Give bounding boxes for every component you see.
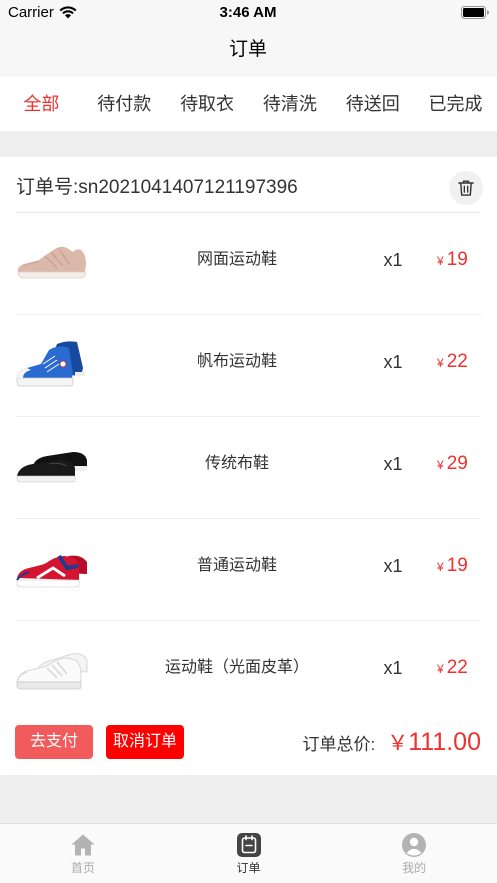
tab-completed[interactable]: 已完成 xyxy=(414,77,497,131)
item-price: ¥19 xyxy=(437,213,468,307)
order-number-label: 订单号: xyxy=(16,177,79,198)
tab-all[interactable]: 全部 xyxy=(0,77,83,131)
currency-symbol: ¥ xyxy=(437,662,444,676)
pink-mesh-running-shoe-image xyxy=(15,232,89,288)
item-name: 普通运动鞋 xyxy=(196,557,277,574)
cancel-order-button[interactable]: 取消订单 xyxy=(106,725,184,759)
list-item[interactable]: 传统布鞋 x1 ¥29 xyxy=(0,417,497,519)
tabbar-item-profile[interactable]: 我的 xyxy=(331,824,497,883)
price-value: 19 xyxy=(446,249,468,270)
currency-symbol: ¥ xyxy=(437,356,444,370)
page-title: 订单 xyxy=(228,39,267,60)
white-leather-sneaker-image xyxy=(15,640,89,696)
pay-button[interactable]: 去支付 xyxy=(15,725,93,759)
order-total-label: 订单总价: xyxy=(302,734,376,754)
item-name: 传统布鞋 xyxy=(204,455,269,472)
order-icon xyxy=(236,832,262,858)
battery-icon xyxy=(461,6,489,19)
list-item[interactable]: 网面运动鞋 x1 ¥19 xyxy=(0,213,497,315)
order-number-value: sn2021041407121197396 xyxy=(78,177,298,198)
tab-pending-cleaning[interactable]: 待清洗 xyxy=(248,77,331,131)
item-quantity: x1 xyxy=(383,352,403,372)
tabbar-label: 订单 xyxy=(236,861,261,875)
order-status-tabs: 全部 待付款 待取衣 待清洗 待送回 已完成 xyxy=(0,77,497,131)
item-quantity: x1 xyxy=(383,454,403,474)
red-blue-sneaker-image xyxy=(15,538,89,594)
list-item[interactable]: 运动鞋（光面皮革） x1 ¥22 xyxy=(0,621,497,723)
item-price: ¥19 xyxy=(437,519,468,613)
tab-pending-payment[interactable]: 待付款 xyxy=(83,77,166,131)
black-cloth-shoe-image xyxy=(15,436,89,492)
home-icon xyxy=(70,832,96,858)
item-price: ¥29 xyxy=(437,417,468,511)
wifi-icon xyxy=(59,5,77,19)
profile-icon xyxy=(401,832,427,858)
tab-pending-pickup[interactable]: 待取衣 xyxy=(166,77,249,131)
trash-icon xyxy=(458,180,474,196)
item-price: ¥22 xyxy=(437,621,468,715)
item-quantity: x1 xyxy=(383,250,403,270)
tabbar-label: 首页 xyxy=(70,861,95,875)
order-card: 订单号:sn2021041407121197396 网面运动鞋 x1 ¥19 帆… xyxy=(0,157,497,775)
item-price: ¥22 xyxy=(437,315,468,409)
price-value: 29 xyxy=(446,453,468,474)
currency-symbol: ¥ xyxy=(437,458,444,472)
tabbar-item-home[interactable]: 首页 xyxy=(0,824,166,883)
item-quantity: x1 xyxy=(383,658,403,678)
item-quantity: x1 xyxy=(383,556,403,576)
status-bar: Carrier 3:46 AM xyxy=(0,0,497,25)
clock: 3:46 AM xyxy=(219,4,277,21)
order-total: 订单总价: ￥ 111.00 xyxy=(303,723,482,761)
order-header: 订单号:sn2021041407121197396 xyxy=(16,157,483,213)
order-number: 订单号:sn2021041407121197396 xyxy=(16,157,298,219)
price-value: 22 xyxy=(446,657,468,678)
list-item[interactable]: 帆布运动鞋 x1 ¥22 xyxy=(0,315,497,417)
tabbar-label: 我的 xyxy=(402,861,427,875)
top-bar: Carrier 3:46 AM 订单 xyxy=(0,0,497,77)
order-total-currency: ￥ xyxy=(387,732,409,755)
delete-order-button[interactable] xyxy=(449,171,483,205)
blue-canvas-high-top-shoe-image xyxy=(15,334,89,390)
carrier-label: Carrier xyxy=(8,4,54,21)
price-value: 19 xyxy=(446,555,468,576)
order-total-value: 111.00 xyxy=(408,727,481,756)
list-item[interactable]: 普通运动鞋 x1 ¥19 xyxy=(0,519,497,621)
tabbar-item-orders[interactable]: 订单 xyxy=(166,824,332,883)
tab-pending-delivery[interactable]: 待送回 xyxy=(331,77,414,131)
item-name: 帆布运动鞋 xyxy=(196,353,277,370)
item-name: 运动鞋（光面皮革） xyxy=(164,659,309,676)
item-name: 网面运动鞋 xyxy=(196,251,277,268)
currency-symbol: ¥ xyxy=(437,254,444,268)
currency-symbol: ¥ xyxy=(437,560,444,574)
price-value: 22 xyxy=(446,351,468,372)
bottom-tab-bar: 首页 订单 我的 xyxy=(0,823,497,883)
